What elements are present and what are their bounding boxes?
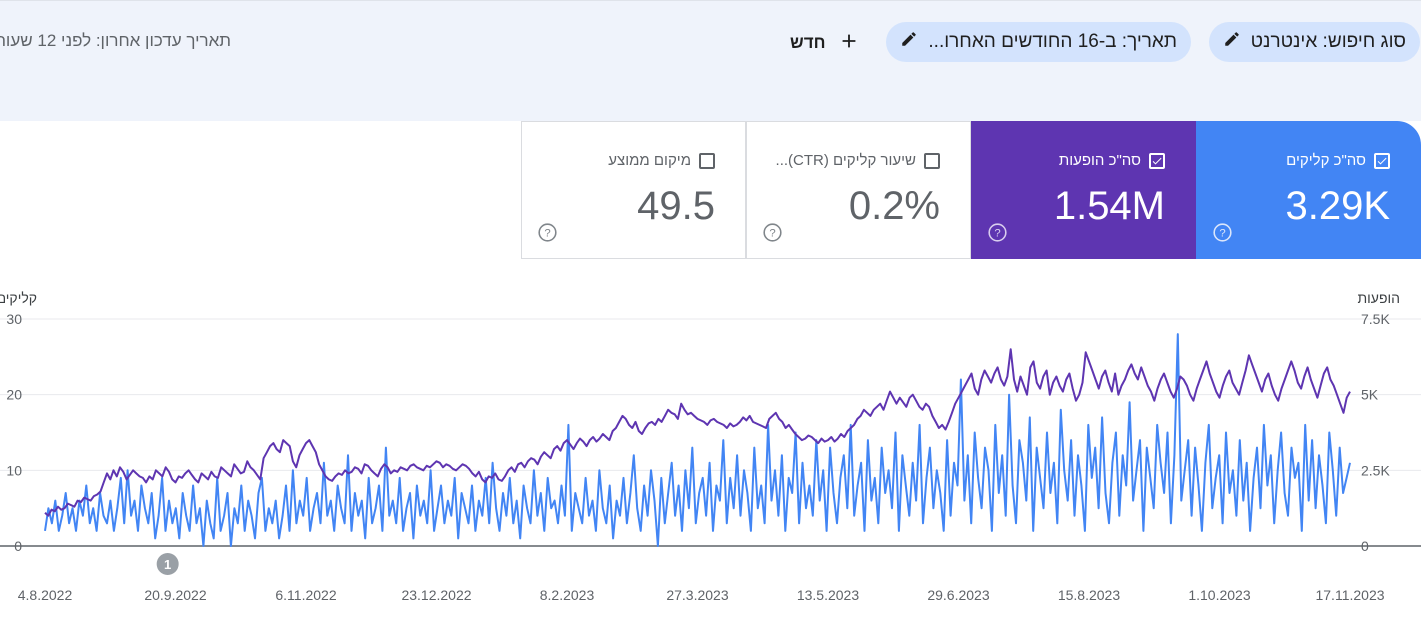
annotation-label: 1 [164,557,171,572]
position-value: 49.5 [637,184,715,228]
card-total-clicks[interactable]: סה"כ קליקים 3.29K ? [1196,121,1421,259]
ctr-value: 0.2% [848,184,940,228]
x-axis-tick-label: 8.2.2023 [540,587,595,603]
left-axis-tick-label: 20 [6,387,22,403]
right-axis-tick-label: 5K [1361,387,1379,403]
x-axis-tick-label: 1.10.2023 [1188,587,1250,603]
x-axis-tick-label: 15.8.2023 [1058,587,1120,603]
ctr-checkbox[interactable] [924,152,940,169]
last-updated-text: תאריך עדכון אחרון: לפני 12 שעות [0,31,231,50]
svg-text:?: ? [994,227,1000,239]
new-filter-label: חדש [790,33,826,52]
clicks-label: סה"כ קליקים [1286,152,1366,169]
position-checkbox[interactable] [699,152,715,169]
pencil-icon [900,30,918,54]
performance-chart: 30 7.5K 20 5K 10 2.5K 0 0 קליקים הופעות 4.8.2022 20… [0,280,1421,629]
left-axis-title: קליקים [0,290,37,306]
left-axis-tick-label: 10 [6,462,22,478]
right-axis-tick-label: 2.5K [1361,462,1390,478]
series-line [44,333,1351,547]
x-axis-tick-label: 17.11.2023 [1315,587,1384,603]
x-axis-tick-label: 13.5.2023 [797,587,859,603]
impressions-value: 1.54M [1053,184,1165,228]
left-axis-tick-label: 30 [6,311,22,327]
help-circle-icon[interactable]: ? [987,222,1008,243]
help-circle-icon[interactable]: ? [1212,222,1233,243]
checkmark-icon [1377,157,1387,164]
plus-icon [838,30,860,57]
search-type-label: סוג חיפוש: אינטרנט [1250,31,1406,52]
right-axis-title: הופעות [1357,290,1400,306]
svg-text:?: ? [769,227,775,239]
filter-bar: סוג חיפוש: אינטרנט תאריך: ב-16 החודשים ה… [0,0,1421,121]
svg-text:?: ? [1219,227,1225,239]
pencil-icon [1223,30,1241,54]
date-label: תאריך: ב-16 החודשים האחרו... [928,31,1177,52]
clicks-value: 3.29K [1285,184,1390,228]
left-axis-tick-label: 0 [14,538,22,554]
date-chip[interactable]: תאריך: ב-16 החודשים האחרו... [886,22,1191,62]
search-type-chip[interactable]: סוג חיפוש: אינטרנט [1208,22,1420,62]
help-circle-icon[interactable]: ? [537,222,558,243]
x-axis-tick-label: 29.6.2023 [927,587,989,603]
right-axis-tick-label: 7.5K [1361,311,1390,327]
impressions-label: סה"כ הופעות [1058,152,1141,169]
card-ctr[interactable]: שיעור קליקים (CTR)... 0.2% ? [746,121,971,259]
position-label: מיקום ממוצע [608,152,691,169]
metric-cards: סה"כ קליקים 3.29K ? סה"כ הופעות 1.54M ? … [521,121,1421,259]
x-axis-tick-label: 6.11.2022 [275,587,336,603]
card-avg-position[interactable]: מיקום ממוצע 49.5 ? [521,121,746,259]
x-axis-tick-label: 20.9.2022 [144,587,206,603]
impressions-checkbox[interactable] [1149,152,1165,169]
x-axis-tick-label: 27.3.2023 [666,587,728,603]
help-circle-icon[interactable]: ? [762,222,783,243]
new-filter-button[interactable]: חדש [790,25,860,61]
performance-chart-svg: 30 7.5K 20 5K 10 2.5K 0 0 קליקים הופעות 4.8.2022 20… [0,290,1421,603]
checkmark-icon [1152,157,1162,164]
x-axis-tick-label: 4.8.2022 [18,587,73,603]
x-axis-tick-label: 23.12.2022 [401,587,471,603]
clicks-checkbox[interactable] [1374,152,1390,169]
right-axis-tick-label: 0 [1361,538,1369,554]
ctr-label: שיעור קליקים (CTR)... [775,152,916,169]
svg-text:?: ? [544,227,550,239]
card-total-impressions[interactable]: סה"כ הופעות 1.54M ? [971,121,1196,259]
